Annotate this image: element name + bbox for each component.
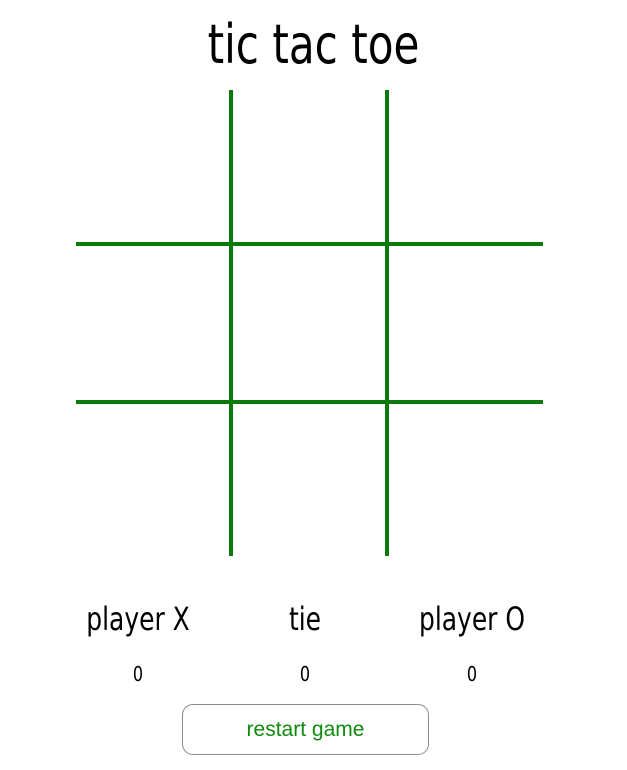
score-value: 0 [132, 662, 144, 686]
board-cell-1[interactable] [76, 90, 229, 242]
board-cell-3[interactable] [389, 90, 543, 242]
board-cell-6[interactable] [389, 246, 543, 400]
board-cell-2[interactable] [233, 90, 385, 242]
page-title: tic tac toe [207, 13, 420, 76]
board-cell-5[interactable] [233, 246, 385, 400]
grid-line-vertical-right [385, 90, 389, 556]
board-cell-7[interactable] [76, 404, 229, 556]
board-cell-4[interactable] [76, 246, 229, 400]
board-cell-9[interactable] [389, 404, 543, 556]
score-label: tie [288, 600, 322, 638]
grid-line-horizontal-top [76, 242, 543, 246]
score-tie: tie 0 [222, 596, 388, 686]
grid-line-horizontal-bottom [76, 400, 543, 404]
score-player-x: player X 0 [55, 596, 221, 686]
grid-line-vertical-left [229, 90, 233, 556]
restart-game-button[interactable]: restart game [182, 704, 429, 755]
game-board [76, 90, 543, 556]
board-cell-8[interactable] [233, 404, 385, 556]
score-value: 0 [466, 662, 478, 686]
score-player-o: player O 0 [389, 596, 555, 686]
scoreboard: player X 0 tie 0 player O 0 [55, 596, 555, 696]
score-value: 0 [299, 662, 311, 686]
score-label: player X [86, 600, 190, 638]
score-label: player O [418, 600, 526, 638]
